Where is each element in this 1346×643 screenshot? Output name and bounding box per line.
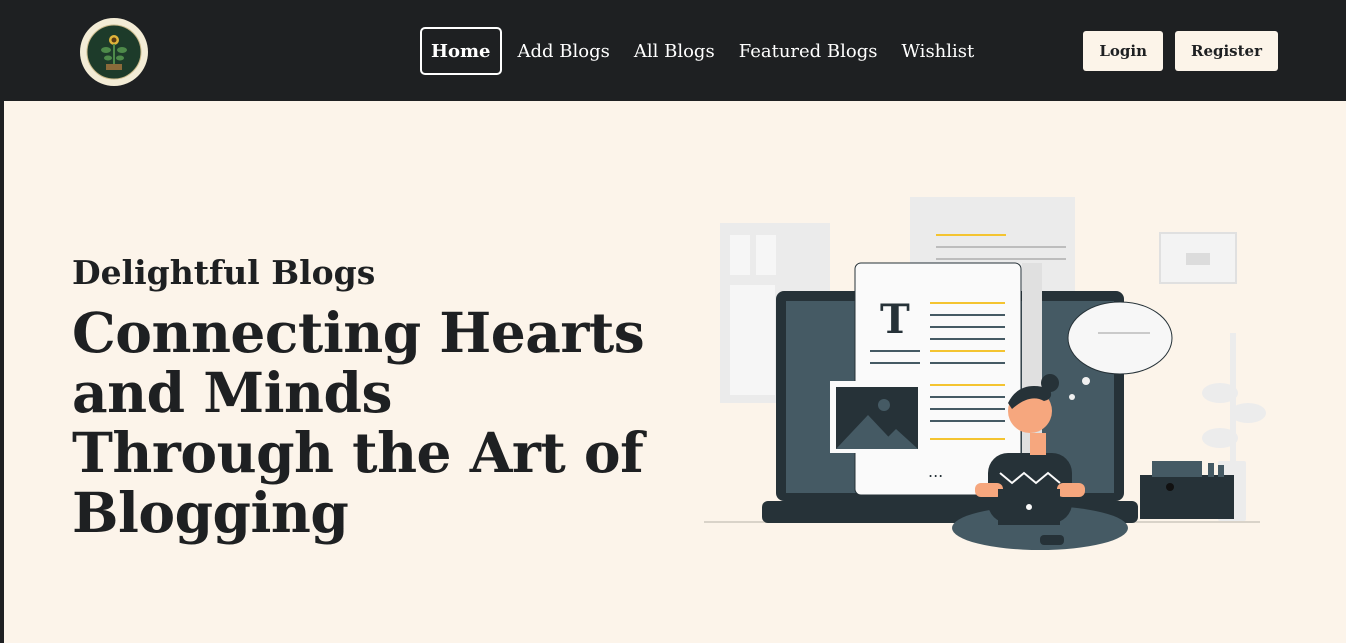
auth-buttons: Login Register [1083,31,1278,71]
sunflower-logo-icon [81,19,147,85]
nav-link-all-blogs[interactable]: All Blogs [622,27,727,75]
doc-letter-icon: T [880,296,910,343]
nav-link-home[interactable]: Home [420,27,502,75]
register-button[interactable]: Register [1174,31,1278,71]
top-navbar: Home Add Blogs All Blogs Featured Blogs … [0,0,1346,101]
hero-banner: Delightful Blogs Connecting Hearts and M… [4,101,1346,643]
nav-link-featured-blogs[interactable]: Featured Blogs [727,27,890,75]
main-nav: Home Add Blogs All Blogs Featured Blogs … [420,27,986,75]
blogging-illustration: T ... [704,197,1266,550]
svg-text:...: ... [928,462,943,481]
nav-link-add-blogs[interactable]: Add Blogs [506,27,622,75]
hero-subtitle: Delightful Blogs [72,253,376,292]
login-button[interactable]: Login [1083,31,1163,71]
hero-title: Connecting Hearts and Minds Through the … [72,300,645,545]
nav-link-wishlist[interactable]: Wishlist [890,27,987,75]
brand-logo[interactable] [80,18,148,86]
hero-text: Delightful Blogs Connecting Hearts and M… [72,251,672,543]
